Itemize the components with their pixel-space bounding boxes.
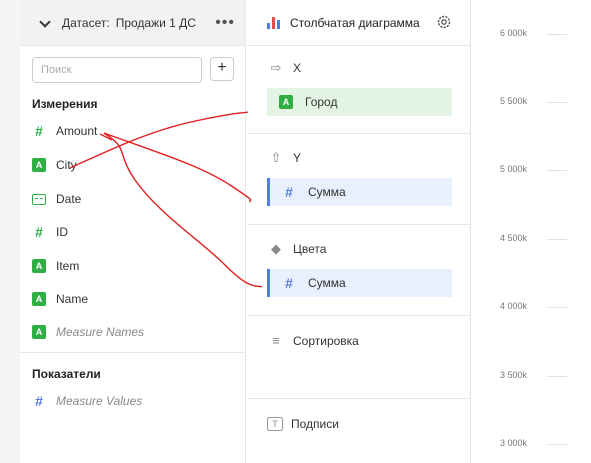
- chip-label: Город: [305, 95, 338, 109]
- date-type-icon: [32, 193, 46, 205]
- text-type-icon: A: [32, 292, 46, 306]
- x-section-label: X: [293, 61, 302, 75]
- chart-type-label: Столбчатая диаграмма: [290, 15, 420, 30]
- y-axis-tick: 4 500k: [500, 233, 528, 243]
- search-row: +: [32, 57, 240, 83]
- section-divider: [247, 315, 470, 316]
- labels-section-header[interactable]: T Подписи: [267, 417, 339, 431]
- gear-icon[interactable]: [436, 14, 452, 30]
- field-item-measure-names[interactable]: A Measure Names: [32, 322, 144, 342]
- dataset-label: Датасет:: [62, 15, 110, 30]
- field-label: Date: [56, 192, 82, 206]
- hash-icon: #: [35, 393, 43, 409]
- dataset-header[interactable]: Датасет: Продажи 1 ДС •••: [20, 0, 245, 46]
- field-item-id[interactable]: # ID: [32, 222, 68, 242]
- field-item-amount[interactable]: # Amount: [32, 121, 97, 141]
- colors-field-chip[interactable]: # Сумма: [267, 269, 452, 297]
- field-label: Amount: [56, 124, 98, 138]
- field-item-measure-values[interactable]: # Measure Values: [32, 391, 142, 411]
- field-item-name[interactable]: A Name: [32, 289, 88, 309]
- add-field-button[interactable]: +: [210, 57, 234, 81]
- gridline: [547, 376, 567, 377]
- dataset-name[interactable]: Продажи 1 ДС: [116, 16, 196, 30]
- paint-bucket-icon: ◆: [271, 241, 281, 256]
- y-section-header: ⇧ Y: [267, 150, 301, 166]
- arrow-up-icon: ⇧: [270, 150, 282, 165]
- y-axis-tick: 3 500k: [500, 370, 528, 380]
- chart-area: 6 000k 5 500k 5 000k 4 500k 4 000k 3 500…: [472, 0, 591, 463]
- chip-label: Сумма: [308, 185, 346, 199]
- visualization-panel: Столбчатая диаграмма ⇨ X A Город ⇧ Y # С…: [247, 0, 471, 463]
- gridline: [547, 170, 567, 171]
- text-type-icon: A: [279, 95, 293, 109]
- arrow-right-icon: ⇨: [270, 60, 282, 75]
- y-axis-tick: 5 000k: [500, 164, 528, 174]
- gridline: [547, 444, 567, 445]
- colors-section-label: Цвета: [293, 242, 327, 256]
- field-label: Measure Values: [56, 394, 143, 408]
- sort-icon: ≡: [272, 333, 280, 348]
- chevron-down-icon[interactable]: [38, 16, 52, 30]
- y-section-label: Y: [293, 151, 302, 165]
- labels-section-label: Подписи: [291, 417, 339, 431]
- field-label: City: [56, 158, 77, 172]
- hash-icon: #: [285, 275, 293, 291]
- gridline: [547, 239, 567, 240]
- field-label: ID: [56, 225, 68, 239]
- chart-type-selector[interactable]: Столбчатая диаграмма: [247, 0, 470, 46]
- field-item-item[interactable]: A Item: [32, 256, 79, 276]
- measures-title: Показатели: [32, 367, 101, 381]
- gridline: [547, 102, 567, 103]
- sort-section-header[interactable]: ≡ Сортировка: [267, 333, 359, 348]
- x-field-chip[interactable]: A Город: [267, 88, 452, 116]
- left-sidebar-strip: [0, 0, 20, 463]
- section-divider: [247, 133, 470, 134]
- field-label: Name: [56, 292, 89, 306]
- section-divider: [247, 224, 470, 225]
- x-section-header: ⇨ X: [267, 60, 301, 76]
- text-type-icon: A: [32, 325, 46, 339]
- gridline: [547, 307, 567, 308]
- hash-icon: #: [35, 123, 43, 139]
- section-divider: [247, 398, 470, 399]
- search-input[interactable]: [32, 57, 202, 83]
- dataset-fields-panel: Датасет: Продажи 1 ДС ••• + Измерения # …: [20, 0, 246, 463]
- field-item-date[interactable]: Date: [32, 189, 81, 209]
- y-axis-tick: 6 000k: [500, 28, 528, 38]
- chip-label: Сумма: [308, 276, 346, 290]
- y-axis-tick: 5 500k: [500, 96, 528, 106]
- field-label: Item: [56, 259, 80, 273]
- y-axis-tick: 3 000k: [500, 438, 528, 448]
- colors-section-header: ◆ Цвета: [267, 241, 326, 257]
- text-type-icon: A: [32, 259, 46, 273]
- text-box-icon: T: [267, 417, 283, 431]
- y-axis-tick: 4 000k: [500, 301, 528, 311]
- more-options-icon[interactable]: •••: [215, 14, 235, 32]
- text-type-icon: A: [32, 158, 46, 172]
- hash-icon: #: [35, 224, 43, 240]
- dataset-panel: Датасет: Продажи 1 ДС ••• + Измерения # …: [0, 0, 246, 463]
- field-item-city[interactable]: A City: [32, 155, 77, 175]
- field-label: Measure Names: [56, 325, 145, 339]
- y-field-chip[interactable]: # Сумма: [267, 178, 452, 206]
- hash-icon: #: [285, 184, 293, 200]
- gridline: [547, 34, 567, 35]
- bar-chart-icon: [267, 16, 280, 29]
- dimensions-title: Измерения: [32, 97, 98, 111]
- sort-section-label: Сортировка: [293, 333, 359, 348]
- section-divider: [20, 352, 246, 353]
